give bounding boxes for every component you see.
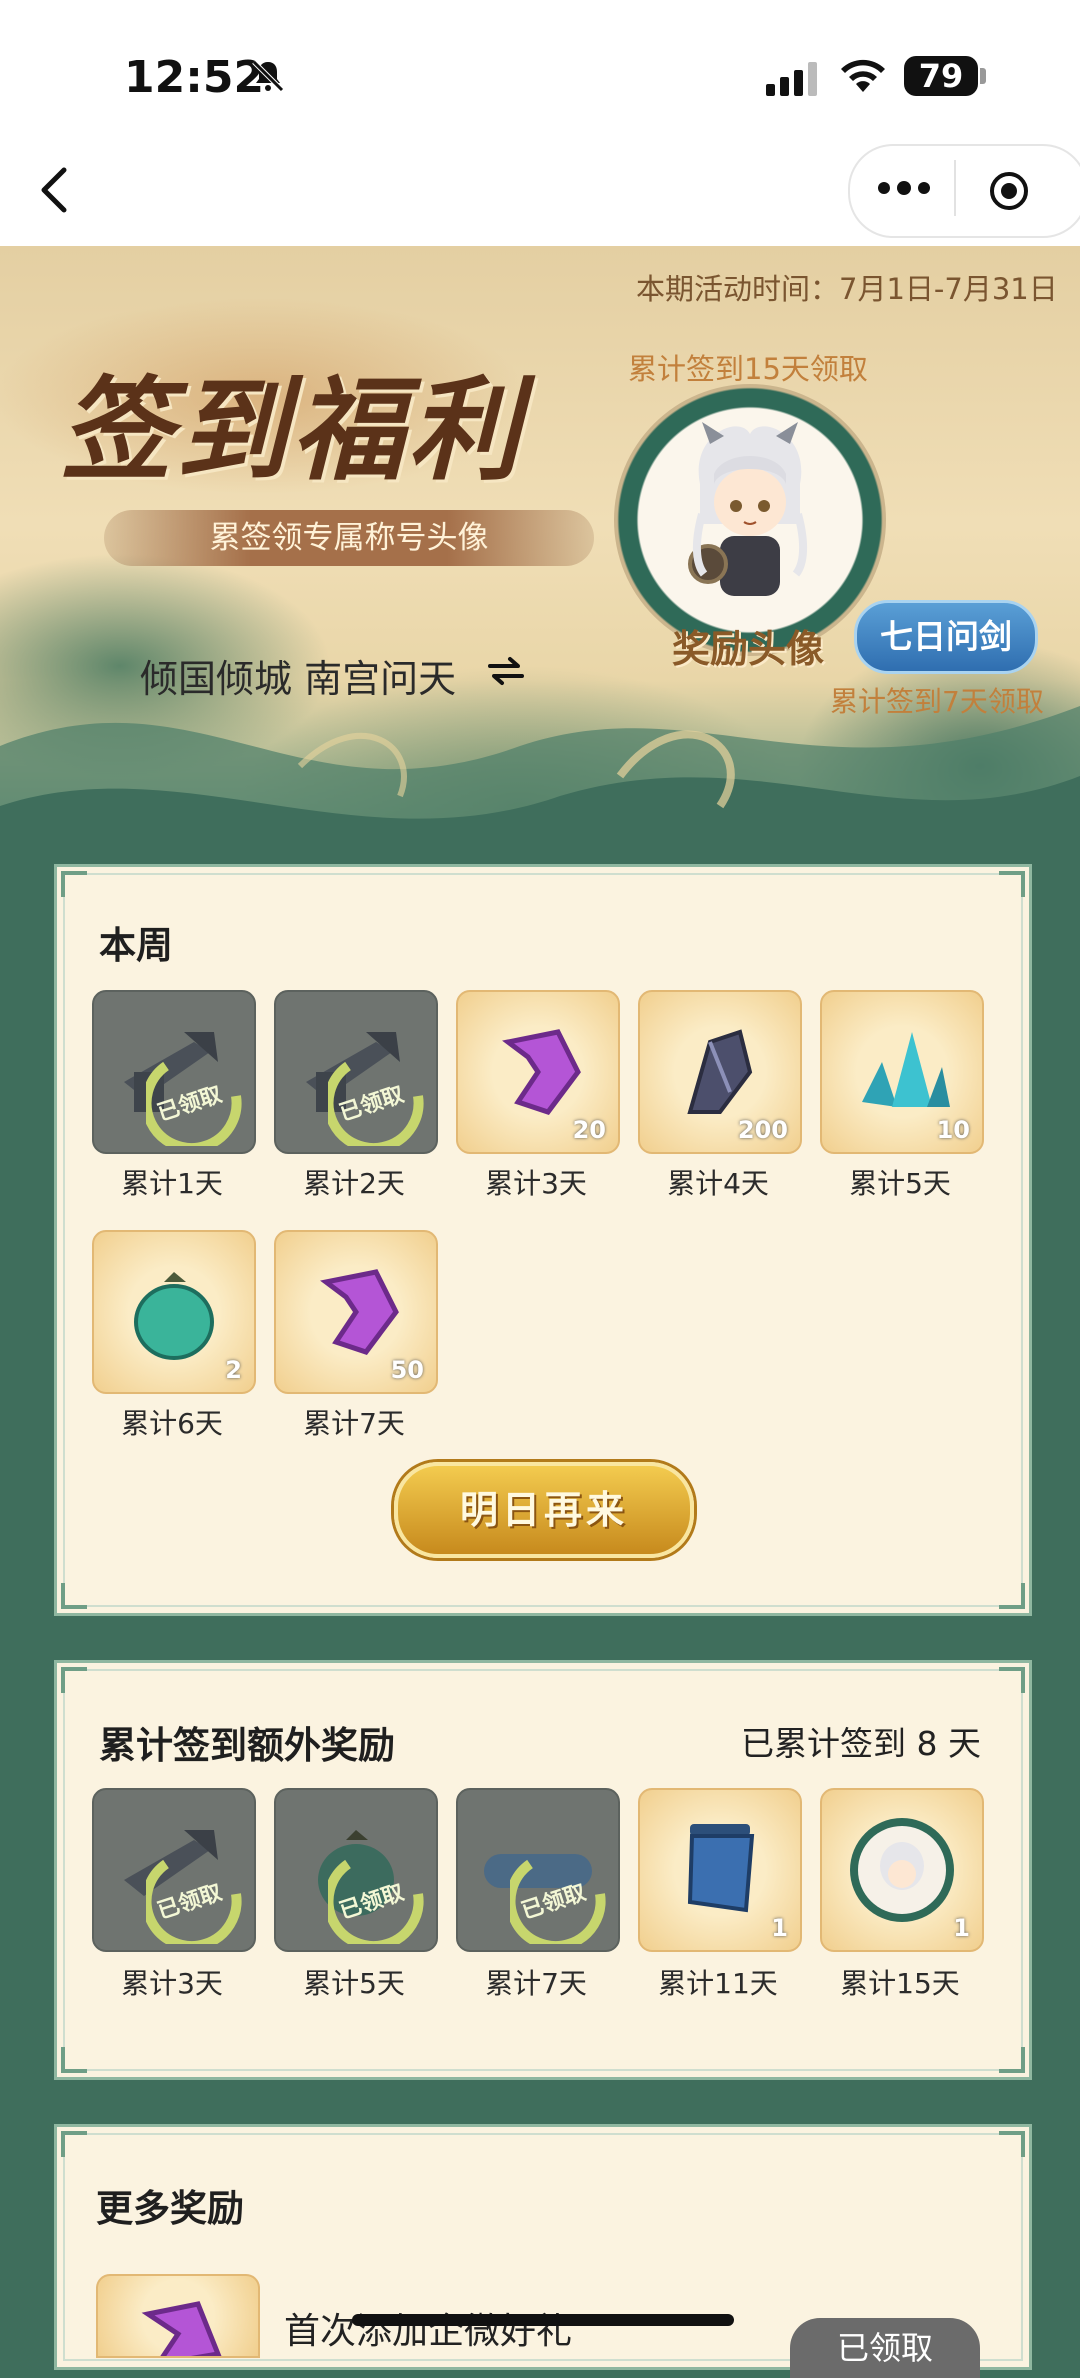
week-day7-label: 累计7天 bbox=[303, 1407, 405, 1440]
close-target-icon[interactable] bbox=[988, 170, 1030, 212]
week-title: 本周 bbox=[99, 924, 173, 967]
corner-decoration bbox=[61, 2047, 87, 2073]
corner-decoration bbox=[999, 871, 1025, 897]
week-day4-label: 累计4天 bbox=[667, 1167, 769, 1200]
week-reward-day4[interactable]: 200 bbox=[638, 990, 802, 1154]
swap-arrows-icon[interactable] bbox=[488, 656, 524, 686]
corner-decoration bbox=[61, 2131, 87, 2157]
cumulative-title: 累计签到额外奖励 bbox=[99, 1724, 395, 1767]
first-add-reward-text: 首次添加企微好礼 bbox=[284, 2311, 573, 2352]
reward-avatar-character-icon bbox=[688, 422, 807, 596]
more-dots-icon[interactable] bbox=[876, 176, 932, 200]
mute-bell-icon bbox=[252, 60, 284, 92]
back-chevron-icon[interactable] bbox=[34, 160, 74, 220]
cumulative-5-label: 累计5天 bbox=[303, 1967, 405, 2000]
come-back-tomorrow-button[interactable]: 明日再来 bbox=[394, 1462, 694, 1558]
claimed-button[interactable]: 已领取 bbox=[790, 2318, 980, 2378]
cumulative-3-label: 累计3天 bbox=[121, 1967, 223, 2000]
week-reward-day6[interactable]: 2 bbox=[92, 1230, 256, 1394]
home-indicator bbox=[352, 2314, 734, 2326]
week-reward-day2[interactable]: 已领取 bbox=[274, 990, 438, 1154]
item-quantity: 1 bbox=[771, 1914, 788, 1942]
title-badge: 七日问剑 bbox=[854, 600, 1038, 674]
first-add-reward-item[interactable] bbox=[96, 2274, 260, 2358]
cumulative-reward-11[interactable]: 1 bbox=[638, 1788, 802, 1952]
avatar-frame-icon bbox=[850, 1818, 954, 1922]
purple-gem-icon bbox=[502, 1029, 581, 1115]
flag-icon bbox=[687, 1824, 755, 1913]
wifi-icon bbox=[841, 59, 885, 92]
week-reward-day3[interactable]: 20 bbox=[456, 990, 620, 1154]
reward-avatar-label: 奖励头像 bbox=[672, 626, 825, 671]
battery-cap bbox=[980, 68, 986, 84]
purple-gem-icon bbox=[320, 1269, 399, 1355]
week-day6-label: 累计6天 bbox=[121, 1407, 223, 1440]
status-time: 12:52 bbox=[124, 52, 265, 103]
cumulative-count: 已累计签到 8 天 bbox=[741, 1724, 981, 1763]
more-title: 更多奖励 bbox=[96, 2187, 244, 2230]
banner-subtitle: 累签领专属称号头像 bbox=[104, 510, 594, 566]
week-day3-label: 累计3天 bbox=[485, 1167, 587, 1200]
week-day1-label: 累计1天 bbox=[121, 1167, 223, 1200]
corner-decoration bbox=[999, 1667, 1025, 1693]
item-quantity: 2 bbox=[225, 1356, 242, 1384]
signal-icon bbox=[766, 62, 817, 96]
blue-crystal-icon bbox=[862, 1032, 950, 1107]
cumulative-11-label: 累计11天 bbox=[658, 1967, 778, 2000]
dark-crystal-icon bbox=[687, 1029, 753, 1114]
cumulative-reward-3[interactable]: 已领取 bbox=[92, 1788, 256, 1952]
week-reward-day1[interactable]: 已领取 bbox=[92, 990, 256, 1154]
corner-decoration bbox=[999, 2047, 1025, 2073]
item-quantity: 20 bbox=[572, 1116, 606, 1144]
note-15-days: 累计签到15天领取 bbox=[628, 352, 868, 386]
corner-decoration bbox=[61, 871, 87, 897]
week-reward-day5[interactable]: 10 bbox=[820, 990, 984, 1154]
purple-gem-icon bbox=[141, 2301, 222, 2356]
corner-decoration bbox=[999, 1583, 1025, 1609]
note-7-days: 累计签到7天领取 bbox=[830, 685, 1044, 718]
capsule-divider bbox=[954, 160, 956, 216]
cumulative-7-label: 累计7天 bbox=[485, 1967, 587, 2000]
page-title: 签到福利 bbox=[60, 365, 524, 496]
cumulative-reward-5[interactable]: 已领取 bbox=[274, 1788, 438, 1952]
corner-decoration bbox=[61, 1667, 87, 1693]
item-quantity: 200 bbox=[737, 1116, 788, 1144]
corner-decoration bbox=[61, 1583, 87, 1609]
cumulative-reward-7[interactable]: 已领取 bbox=[456, 1788, 620, 1952]
item-quantity: 1 bbox=[953, 1914, 970, 1942]
battery-indicator: 79 bbox=[904, 56, 978, 96]
cumulative-reward-15[interactable]: 1 bbox=[820, 1788, 984, 1952]
activity-time: 本期活动时间：7月1日-7月31日 bbox=[636, 272, 1058, 306]
item-quantity: 10 bbox=[936, 1116, 970, 1144]
jade-pouch-icon bbox=[134, 1272, 214, 1360]
week-reward-day7[interactable]: 50 bbox=[274, 1230, 438, 1394]
item-quantity: 50 bbox=[390, 1356, 424, 1384]
week-day2-label: 累计2天 bbox=[303, 1167, 405, 1200]
week-day5-label: 累计5天 bbox=[849, 1167, 951, 1200]
corner-decoration bbox=[999, 2131, 1025, 2157]
nickname: 倾国倾城 南宫问天 bbox=[140, 657, 457, 701]
cumulative-15-label: 累计15天 bbox=[840, 1967, 960, 2000]
